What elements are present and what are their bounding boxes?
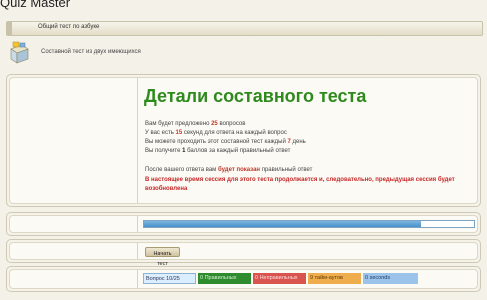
progress-panel-divider	[137, 216, 138, 232]
stat-incorrect-count: 0 Неправильных	[253, 273, 306, 284]
breadcrumb-label[interactable]: Общий тест по азбуке	[38, 24, 99, 30]
details-heading: Детали составного теста	[144, 86, 367, 106]
questions-line: Вам будет предложено 25 вопросов	[145, 121, 246, 127]
test-description: Составной тест из двух имеющихся	[41, 49, 141, 55]
session-warning: В настоящее время сессия для этого теста…	[145, 177, 455, 192]
app-title: Quiz Master	[0, 0, 71, 10]
panel-divider	[137, 78, 138, 203]
progress-bar	[143, 220, 475, 228]
breadcrumb-grip	[7, 22, 12, 35]
breadcrumb: Общий тест по азбуке	[6, 21, 483, 36]
action-panel-divider	[137, 243, 138, 259]
test-info-row: Составной тест из двух имеющихся	[6, 37, 481, 69]
points-line: Вы получите 1 баллов за каждый правильны…	[145, 148, 291, 154]
start-test-button[interactable]: Начать тест	[145, 247, 180, 267]
stat-question-counter: Вопрос 10/25	[143, 273, 196, 284]
box-icon	[10, 41, 29, 64]
answer-visibility-line: После вашего ответа вам будет показан пр…	[145, 167, 313, 173]
action-panel-inner	[9, 242, 478, 260]
days-line: Вы можете проходить этот составной тест …	[145, 139, 306, 145]
seconds-line: У вас есть 15 секунд для ответа на кажды…	[145, 130, 287, 136]
progress-fill	[144, 221, 422, 227]
stats-panel-divider	[137, 270, 138, 288]
stat-timeouts-count: 9 тайм-аутов	[308, 273, 361, 284]
stat-correct-count: 0 Правильных	[198, 273, 251, 284]
action-panel	[6, 239, 481, 263]
stat-seconds-elapsed: 0 seconds	[363, 273, 418, 284]
